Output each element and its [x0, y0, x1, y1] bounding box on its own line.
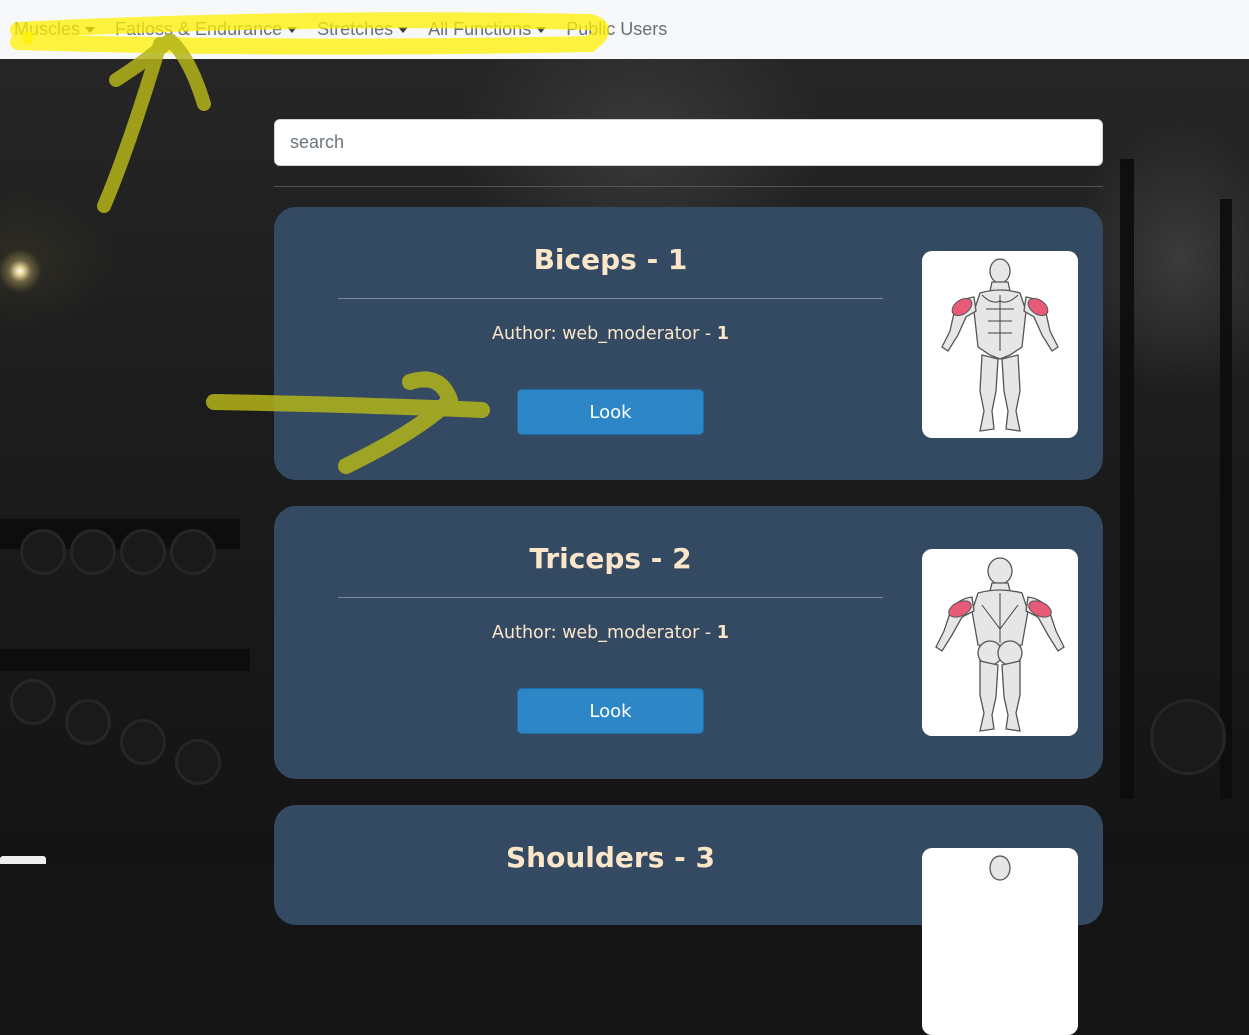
card-title: Biceps - 1 [533, 243, 688, 276]
dumbbell [170, 529, 216, 575]
triceps-muscle-diagram-icon [922, 549, 1078, 736]
nav-public-users-label: Public Users [566, 19, 668, 39]
nav-fatloss-dropdown[interactable]: Fatloss & Endurance [115, 19, 298, 40]
nav-all-functions-label: All Functions [428, 19, 532, 39]
card-title: Shoulders - 3 [506, 841, 715, 874]
dumbbell [65, 699, 111, 745]
dumbbell [175, 739, 221, 785]
card-author: Author: web_moderator - 1 [338, 623, 883, 643]
dumbbell [120, 719, 166, 765]
exercise-card: Triceps - 2 Author: web_moderator - 1 Lo… [274, 506, 1103, 779]
nav-muscles-label: Muscles [14, 19, 81, 39]
dumbbell [10, 679, 56, 725]
exercise-card: Shoulders - 3 [274, 805, 1103, 1035]
body-back-diagram [935, 557, 1065, 732]
weight-plate [1150, 699, 1226, 775]
look-button[interactable]: Look [517, 688, 704, 734]
exercise-card: Biceps - 1 Author: web_moderator - 1 Loo… [274, 207, 1103, 480]
dumbbell [70, 529, 116, 575]
card-divider [338, 298, 883, 299]
rack-left-2 [0, 649, 250, 671]
card-title: Triceps - 2 [529, 542, 692, 575]
author-text: Author: web_moderator - [492, 623, 717, 643]
nav-stretches-dropdown[interactable]: Stretches [317, 19, 409, 40]
look-button[interactable]: Look [517, 389, 704, 435]
caret-down-icon [398, 26, 409, 33]
author-id: 1 [716, 324, 729, 344]
card-author: Author: web_moderator - 1 [338, 324, 883, 344]
shoulders-muscle-diagram-icon [922, 848, 1078, 1035]
rack-right-2 [1220, 199, 1232, 799]
light-flare [0, 249, 42, 293]
biceps-muscle-diagram-icon [922, 251, 1078, 438]
nav-all-functions-dropdown[interactable]: All Functions [428, 19, 547, 40]
dumbbell [20, 529, 66, 575]
nav-muscles-dropdown[interactable]: Muscles [14, 19, 96, 40]
nav-fatloss-label: Fatloss & Endurance [115, 19, 283, 39]
dumbbell [120, 529, 166, 575]
divider [274, 186, 1103, 187]
caret-down-icon [536, 26, 547, 33]
corner-tab [0, 856, 46, 864]
body-diagram-partial [989, 855, 1011, 881]
author-text: Author: web_moderator - [492, 324, 717, 344]
search-input[interactable] [274, 119, 1103, 166]
caret-down-icon [287, 26, 298, 33]
nav-stretches-label: Stretches [317, 19, 394, 39]
card-divider [338, 597, 883, 598]
caret-down-icon [85, 26, 96, 33]
rack-right [1120, 159, 1134, 799]
nav-public-users-link[interactable]: Public Users [566, 19, 667, 40]
author-id: 1 [716, 623, 729, 643]
body-front-diagram [941, 258, 1059, 432]
top-navbar: Muscles Fatloss & Endurance Stretches Al… [0, 0, 1249, 59]
